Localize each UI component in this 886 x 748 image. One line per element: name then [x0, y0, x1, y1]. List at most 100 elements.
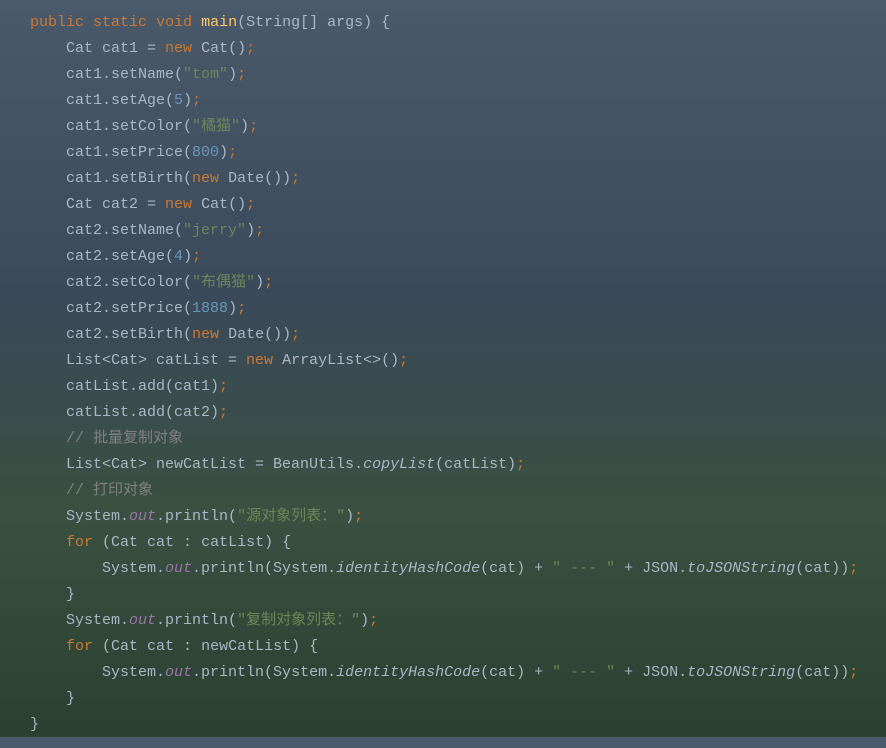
- token-ident: ): [240, 118, 249, 135]
- token-field: out: [129, 612, 156, 629]
- token-num: 1888: [192, 300, 228, 317]
- token-ident: cat2.setPrice(: [66, 300, 192, 317]
- token-ident: (catList): [435, 456, 516, 473]
- token-str: "源对象列表：": [237, 508, 345, 525]
- code-editor[interactable]: public static void main(String[] args) {…: [0, 0, 886, 748]
- code-line[interactable]: cat2.setBirth(new Date());: [30, 322, 886, 348]
- token-kw: new: [192, 326, 219, 343]
- token-field: out: [165, 560, 192, 577]
- code-line[interactable]: cat2.setAge(4);: [30, 244, 886, 270]
- token-semi: ;: [849, 560, 858, 577]
- token-ident: Cat cat2 =: [66, 196, 165, 213]
- token-ident: Date()): [228, 326, 291, 343]
- code-line[interactable]: System.out.println(System.identityHashCo…: [30, 660, 886, 686]
- token-sp: [192, 40, 201, 57]
- token-ident: (cat)): [795, 560, 849, 577]
- code-line[interactable]: Cat cat2 = new Cat();: [30, 192, 886, 218]
- token-semi: ;: [516, 456, 525, 473]
- code-line[interactable]: catList.add(cat2);: [30, 400, 886, 426]
- code-line[interactable]: System.out.println(System.identityHashCo…: [30, 556, 886, 582]
- token-num: 4: [174, 248, 183, 265]
- code-line[interactable]: cat1.setBirth(new Date());: [30, 166, 886, 192]
- token-ident: Date()): [228, 170, 291, 187]
- token-kw: for: [66, 638, 93, 655]
- code-line[interactable]: cat2.setPrice(1888);: [30, 296, 886, 322]
- token-ident: .println(System.: [192, 664, 336, 681]
- token-ident: catList.add(cat2): [66, 404, 219, 421]
- code-line[interactable]: System.out.println("源对象列表：");: [30, 504, 886, 530]
- token-static-method: identityHashCode: [336, 560, 480, 577]
- code-line[interactable]: cat2.setName("jerry");: [30, 218, 886, 244]
- token-ident: (Cat cat : catList) {: [102, 534, 291, 551]
- token-str: " --- ": [552, 664, 615, 681]
- token-field: out: [129, 508, 156, 525]
- code-line[interactable]: }: [30, 712, 886, 738]
- token-semi: ;: [369, 612, 378, 629]
- code-line[interactable]: Cat cat1 = new Cat();: [30, 36, 886, 62]
- token-ident: System.: [102, 664, 165, 681]
- token-kw: static: [93, 14, 147, 31]
- token-str: " --- ": [552, 560, 615, 577]
- token-static-method: toJSONString: [687, 664, 795, 681]
- token-semi: ;: [249, 118, 258, 135]
- token-sp: [93, 638, 102, 655]
- token-ident: }: [30, 716, 39, 733]
- token-ident: cat2.setAge(: [66, 248, 174, 265]
- token-semi: ;: [291, 170, 300, 187]
- token-ident: }: [66, 690, 75, 707]
- token-semi: ;: [255, 222, 264, 239]
- token-kw: new: [246, 352, 273, 369]
- code-line[interactable]: cat1.setPrice(800);: [30, 140, 886, 166]
- code-line[interactable]: cat1.setAge(5);: [30, 88, 886, 114]
- code-line[interactable]: for (Cat cat : catList) {: [30, 530, 886, 556]
- code-line[interactable]: System.out.println("复制对象列表：");: [30, 608, 886, 634]
- token-ident: ): [360, 612, 369, 629]
- token-ident: cat1.setPrice(: [66, 144, 192, 161]
- token-ident: .println(: [156, 612, 237, 629]
- token-paren: (String[] args) {: [237, 14, 390, 31]
- token-semi: ;: [219, 378, 228, 395]
- token-ident: cat1.setColor(: [66, 118, 192, 135]
- token-semi: ;: [192, 248, 201, 265]
- code-line[interactable]: for (Cat cat : newCatList) {: [30, 634, 886, 660]
- token-kw: new: [165, 196, 192, 213]
- code-line[interactable]: }: [30, 686, 886, 712]
- token-ident: (cat)): [795, 664, 849, 681]
- token-ident: .println(System.: [192, 560, 336, 577]
- code-line[interactable]: List<Cat> catList = new ArrayList<>();: [30, 348, 886, 374]
- token-kw: public: [30, 14, 84, 31]
- token-ident: ): [228, 66, 237, 83]
- token-ident: cat2.setBirth(: [66, 326, 192, 343]
- token-sp: [147, 14, 156, 31]
- token-ident: Cat(): [201, 40, 246, 57]
- token-ident: Cat(): [201, 196, 246, 213]
- token-ident: (cat) +: [480, 560, 552, 577]
- token-ident: List<Cat> newCatList = BeanUtils.: [66, 456, 363, 473]
- token-ident: cat1.setBirth(: [66, 170, 192, 187]
- token-ident: ): [246, 222, 255, 239]
- code-line[interactable]: cat1.setName("tom");: [30, 62, 886, 88]
- code-line[interactable]: // 批量复制对象: [30, 426, 886, 452]
- token-ident: System.: [66, 508, 129, 525]
- token-ident: ): [228, 300, 237, 317]
- token-ident: }: [66, 586, 75, 603]
- token-semi: ;: [237, 300, 246, 317]
- code-line[interactable]: }: [30, 582, 886, 608]
- token-sp: [219, 170, 228, 187]
- token-kw: for: [66, 534, 93, 551]
- token-ident: ): [255, 274, 264, 291]
- code-line[interactable]: // 打印对象: [30, 478, 886, 504]
- code-line[interactable]: catList.add(cat1);: [30, 374, 886, 400]
- code-line[interactable]: cat1.setColor("橘猫");: [30, 114, 886, 140]
- token-comment: // 批量复制对象: [66, 430, 183, 447]
- token-sp: [219, 326, 228, 343]
- token-semi: ;: [246, 196, 255, 213]
- code-line[interactable]: public static void main(String[] args) {: [30, 10, 886, 36]
- token-sp: [273, 352, 282, 369]
- token-ident: System.: [102, 560, 165, 577]
- token-semi: ;: [246, 40, 255, 57]
- token-ident: + JSON.: [615, 664, 687, 681]
- code-line[interactable]: cat2.setColor("布偶猫");: [30, 270, 886, 296]
- token-kw: new: [192, 170, 219, 187]
- code-line[interactable]: List<Cat> newCatList = BeanUtils.copyLis…: [30, 452, 886, 478]
